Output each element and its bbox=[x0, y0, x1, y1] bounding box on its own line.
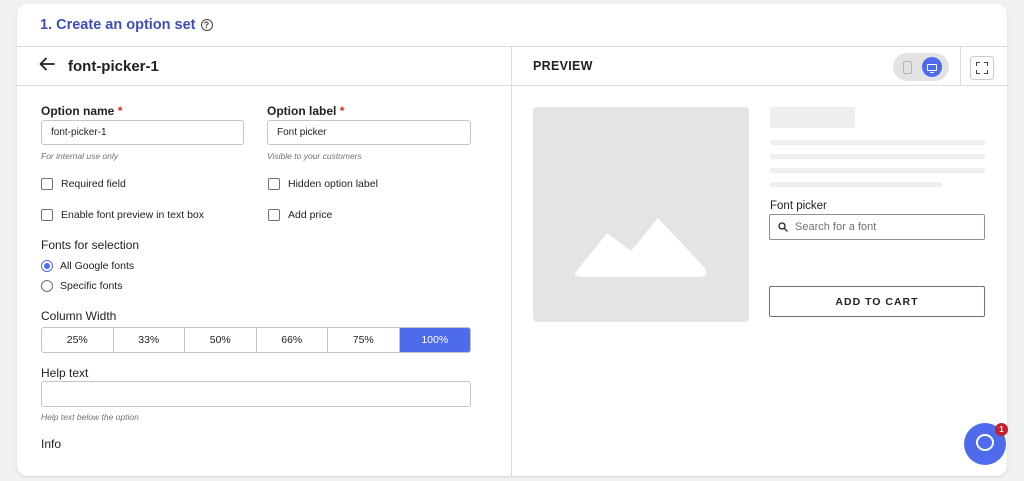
column-width-25[interactable]: 25% bbox=[42, 328, 114, 352]
option-set-card: 1. Create an option set ? font-picker-1 … bbox=[17, 4, 1007, 476]
divider bbox=[17, 85, 1007, 86]
mobile-icon[interactable] bbox=[903, 61, 912, 74]
help-icon[interactable]: ? bbox=[200, 19, 213, 31]
divider bbox=[17, 46, 1007, 47]
help-text-input[interactable] bbox=[41, 381, 471, 407]
info-label: Info bbox=[41, 437, 62, 451]
checkbox-icon[interactable] bbox=[41, 178, 53, 190]
checkbox-icon[interactable] bbox=[268, 178, 280, 190]
radio-all-google-fonts[interactable]: All Google fonts bbox=[41, 260, 134, 272]
text-skeleton bbox=[770, 168, 985, 173]
chat-badge: 1 bbox=[995, 423, 1008, 436]
divider bbox=[960, 46, 961, 85]
option-label-label: Option label * bbox=[267, 104, 345, 118]
radio-icon[interactable] bbox=[41, 260, 53, 272]
font-preview-checkbox[interactable]: Enable font preview in text box bbox=[41, 209, 204, 221]
option-name-input[interactable]: font-picker-1 bbox=[41, 120, 244, 145]
font-picker-label: Font picker bbox=[770, 200, 827, 212]
help-text-label: Help text bbox=[41, 366, 89, 380]
help-text-hint: Help text below the option bbox=[41, 412, 139, 422]
text-skeleton bbox=[770, 182, 942, 187]
option-label-hint: Visible to your customers bbox=[267, 151, 362, 161]
column-width-33[interactable]: 33% bbox=[114, 328, 185, 352]
font-search-input[interactable]: Search for a font bbox=[769, 214, 985, 240]
option-label-input[interactable]: Font picker bbox=[267, 120, 471, 145]
title-skeleton bbox=[770, 107, 855, 128]
text-skeleton bbox=[770, 154, 985, 159]
add-to-cart-button[interactable]: ADD TO CART bbox=[769, 286, 985, 317]
section-title: 1. Create an option set ? bbox=[40, 17, 213, 33]
desktop-icon[interactable] bbox=[922, 57, 942, 77]
option-name-hint: For internal use only bbox=[41, 151, 119, 161]
checkbox-icon[interactable] bbox=[41, 209, 53, 221]
option-name-label: Option name * bbox=[41, 104, 123, 118]
product-image-placeholder bbox=[533, 107, 749, 322]
preview-title: PREVIEW bbox=[533, 59, 593, 73]
radio-icon[interactable] bbox=[41, 280, 53, 292]
column-width-label: Column Width bbox=[41, 309, 117, 323]
panel-divider bbox=[511, 46, 512, 476]
radio-specific-fonts[interactable]: Specific fonts bbox=[41, 280, 122, 292]
required-field-checkbox[interactable]: Required field bbox=[41, 178, 126, 190]
device-toggle[interactable] bbox=[893, 53, 949, 81]
hidden-option-label-checkbox[interactable]: Hidden option label bbox=[268, 178, 378, 190]
column-width-66[interactable]: 66% bbox=[257, 328, 328, 352]
column-width-50[interactable]: 50% bbox=[185, 328, 257, 352]
column-width-100[interactable]: 100% bbox=[399, 328, 470, 352]
column-width-selector: 25% 33% 50% 66% 75% 100% bbox=[41, 327, 471, 353]
checkbox-icon[interactable] bbox=[268, 209, 280, 221]
fullscreen-icon[interactable] bbox=[970, 56, 994, 80]
chat-icon bbox=[976, 434, 994, 451]
search-icon bbox=[778, 222, 788, 232]
text-skeleton bbox=[770, 140, 985, 145]
option-set-name: font-picker-1 bbox=[68, 58, 159, 75]
add-price-checkbox[interactable]: Add price bbox=[268, 209, 332, 221]
back-arrow-icon[interactable] bbox=[39, 57, 55, 71]
fonts-for-selection-label: Fonts for selection bbox=[41, 238, 140, 252]
image-placeholder-icon bbox=[575, 218, 707, 277]
column-width-75[interactable]: 75% bbox=[328, 328, 400, 352]
